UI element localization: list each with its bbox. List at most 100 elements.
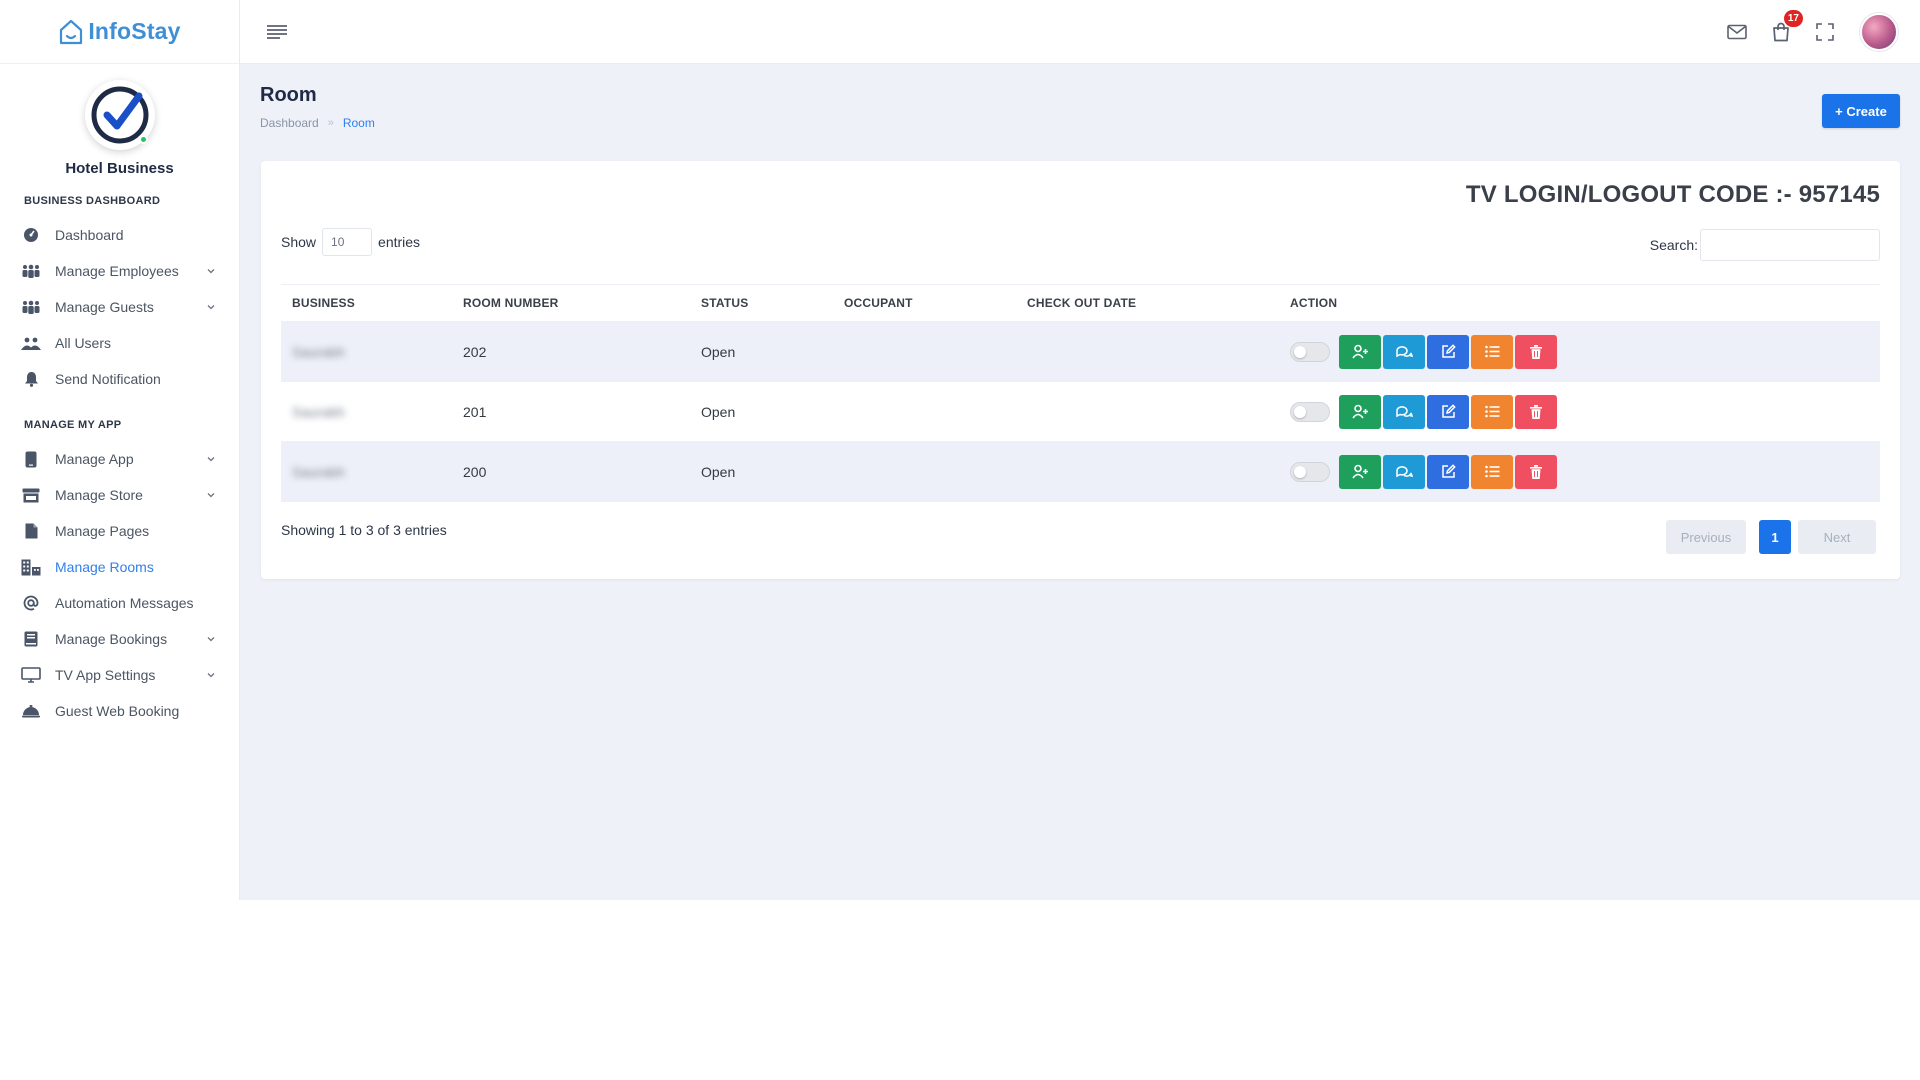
page-header: Room Dashboard » Room xyxy=(260,84,375,130)
monitor-icon xyxy=(21,665,41,685)
cart-button[interactable]: 17 xyxy=(1768,9,1803,45)
details-list-button[interactable] xyxy=(1471,334,1513,369)
column-header-business[interactable]: BUSINESS xyxy=(281,284,452,322)
edit-button[interactable] xyxy=(1427,454,1469,489)
row-actions xyxy=(1290,454,1880,489)
column-header-check-out-date[interactable]: CHECK OUT DATE xyxy=(1016,284,1279,322)
cell-check-out-date xyxy=(1016,441,1279,502)
edit-icon xyxy=(1441,344,1456,358)
cell-occupant xyxy=(833,441,1016,502)
edit-button[interactable] xyxy=(1427,394,1469,429)
sidebar: InfoStay Hotel Business BUSINESS DASHBOA… xyxy=(0,0,240,900)
sidebar-item-label: Manage Employees xyxy=(55,263,179,279)
sidebar-item-label: Manage Rooms xyxy=(55,559,154,575)
edit-button[interactable] xyxy=(1427,334,1469,369)
sidebar-item-manage-store[interactable]: Manage Store xyxy=(0,477,239,513)
sidebar-item-label: Automation Messages xyxy=(55,595,194,611)
column-header-action: ACTION xyxy=(1279,284,1880,322)
sidebar-item-manage-guests[interactable]: Manage Guests xyxy=(0,289,239,325)
sidebar-item-send-notification[interactable]: Send Notification xyxy=(0,361,239,397)
brand-name: InfoStay xyxy=(88,18,181,44)
delete-button[interactable] xyxy=(1515,394,1557,429)
messages-button[interactable] xyxy=(1383,394,1425,429)
menu-toggle-button[interactable] xyxy=(264,19,290,45)
assign-guest-button[interactable] xyxy=(1339,454,1381,489)
search-input[interactable] xyxy=(1700,229,1880,261)
sidebar-item-label: Send Notification xyxy=(55,371,161,387)
row-actions xyxy=(1290,334,1880,369)
sidebar-item-label: TV App Settings xyxy=(55,667,156,683)
messages-button[interactable] xyxy=(1383,334,1425,369)
chevron-down-icon xyxy=(207,269,215,274)
assign-guest-button[interactable] xyxy=(1339,334,1381,369)
sidebar-item-label: Manage Store xyxy=(55,487,143,503)
entries-label: entries xyxy=(378,234,421,250)
page-length-control: Show 10 entries xyxy=(281,228,420,256)
business-avatar[interactable] xyxy=(84,80,155,150)
building-icon xyxy=(21,557,41,577)
list-icon xyxy=(1484,345,1499,358)
house-logo-icon xyxy=(60,19,83,44)
details-list-button[interactable] xyxy=(1471,394,1513,429)
assign-guest-button[interactable] xyxy=(1339,394,1381,429)
table-head: BUSINESS ROOM NUMBER STATUS OCCUPANT CHE… xyxy=(281,284,1880,322)
sidebar-item-label: All Users xyxy=(55,335,112,351)
chevron-down-icon xyxy=(207,305,215,310)
sidebar-item-automation-messages[interactable]: Automation Messages xyxy=(0,585,239,621)
fullscreen-button[interactable] xyxy=(1812,19,1838,45)
list-icon xyxy=(1484,465,1499,478)
cell-actions xyxy=(1279,381,1880,442)
edit-icon xyxy=(1441,404,1456,418)
sidebar-item-manage-app[interactable]: Manage App xyxy=(0,441,239,477)
cell-business: Saurabh xyxy=(281,441,452,502)
status-toggle[interactable] xyxy=(1290,341,1330,362)
breadcrumb-dashboard-link[interactable]: Dashboard xyxy=(260,116,319,130)
column-header-occupant[interactable]: OCCUPANT xyxy=(833,284,1016,322)
delete-button[interactable] xyxy=(1515,454,1557,489)
cell-actions xyxy=(1279,321,1880,382)
tv-login-code: TV LOGIN/LOGOUT CODE :- 957145 xyxy=(1465,181,1880,208)
sidebar-item-guest-web-booking[interactable]: Guest Web Booking xyxy=(0,693,239,729)
next-page-button[interactable]: Next xyxy=(1798,520,1876,554)
details-list-button[interactable] xyxy=(1471,454,1513,489)
sidebar-item-all-users[interactable]: All Users xyxy=(0,325,239,361)
breadcrumb-current: Room xyxy=(342,116,375,130)
users-group-icon xyxy=(21,297,41,317)
sidebar-item-label: Dashboard xyxy=(55,227,124,243)
cell-room-number: 200 xyxy=(452,441,690,502)
column-header-status[interactable]: STATUS xyxy=(690,284,833,322)
entries-per-page-select[interactable]: 10 xyxy=(322,228,373,256)
chevron-down-icon xyxy=(207,637,215,642)
brand-logo[interactable]: InfoStay xyxy=(0,0,239,64)
previous-page-button[interactable]: Previous xyxy=(1666,520,1746,554)
sidebar-item-dashboard[interactable]: Dashboard xyxy=(0,217,239,253)
sidebar-item-manage-rooms[interactable]: Manage Rooms xyxy=(0,549,239,585)
trash-icon xyxy=(1530,464,1542,479)
status-toggle[interactable] xyxy=(1290,401,1330,422)
cell-check-out-date xyxy=(1016,381,1279,442)
sidebar-item-manage-employees[interactable]: Manage Employees xyxy=(0,253,239,289)
mail-button[interactable] xyxy=(1724,19,1750,45)
create-room-button[interactable]: + Create xyxy=(1822,94,1900,128)
cart-count-badge: 17 xyxy=(1783,9,1803,27)
sidebar-item-tv-app-settings[interactable]: TV App Settings xyxy=(0,657,239,693)
show-label: Show xyxy=(281,234,317,250)
user-plus-icon xyxy=(1351,344,1368,359)
cell-occupant xyxy=(833,381,1016,442)
business-name-blurred: Saurabh xyxy=(292,403,345,420)
topbar: 17 xyxy=(240,0,1920,64)
hamburger-icon xyxy=(267,24,287,39)
delete-button[interactable] xyxy=(1515,334,1557,369)
column-header-room-number[interactable]: ROOM NUMBER xyxy=(452,284,690,322)
page-1-button[interactable]: 1 xyxy=(1759,520,1791,554)
sidebar-item-manage-bookings[interactable]: Manage Bookings xyxy=(0,621,239,657)
chevron-down-icon xyxy=(207,457,215,462)
cell-status: Open xyxy=(690,381,833,442)
sidebar-item-manage-pages[interactable]: Manage Pages xyxy=(0,513,239,549)
status-toggle[interactable] xyxy=(1290,461,1330,482)
list-icon xyxy=(1484,405,1499,418)
page-title: Room xyxy=(260,84,317,106)
user-avatar[interactable] xyxy=(1860,12,1898,51)
table-row: Saurabh 201 Open xyxy=(281,381,1880,442)
messages-button[interactable] xyxy=(1383,454,1425,489)
